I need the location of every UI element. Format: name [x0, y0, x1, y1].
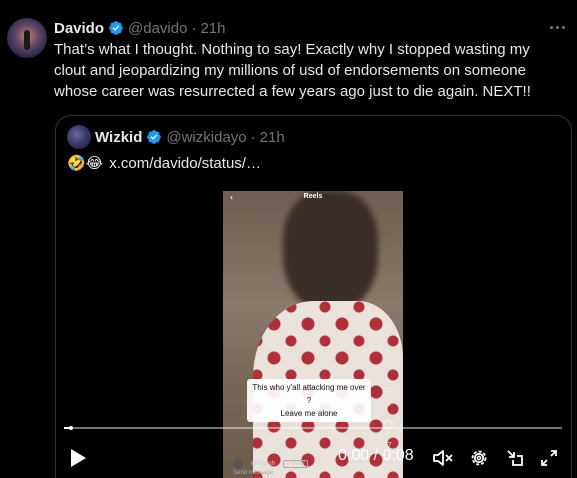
play-button[interactable]	[66, 446, 90, 470]
author-name[interactable]: Davido	[54, 20, 104, 37]
picture-in-picture-icon	[507, 450, 523, 466]
verified-badge-icon	[109, 21, 123, 35]
quoted-author-name: Wizkid	[95, 128, 143, 146]
separator-dot: ·	[191, 19, 197, 37]
pip-button[interactable]	[503, 446, 527, 470]
reel-user-avatar	[233, 459, 243, 469]
quoted-author-avatar	[67, 125, 91, 149]
quoted-author-handle: @wizkidayo	[166, 128, 247, 146]
settings-button[interactable]	[467, 446, 491, 470]
fullscreen-button[interactable]	[537, 446, 561, 470]
reel-username: @fabsgh	[251, 461, 276, 467]
reel-send-message: Send message	[233, 470, 274, 476]
quoted-tweet-time: 21h	[259, 128, 285, 146]
quoted-tweet-link[interactable]: x.com/davido/status/…	[109, 153, 261, 174]
quoted-tweet[interactable]: Wizkid @wizkidayo · 21h 🤣😂 x.com/davido/…	[55, 115, 572, 478]
fullscreen-icon	[541, 450, 557, 466]
author-avatar[interactable]	[7, 18, 47, 58]
gear-icon	[471, 450, 487, 466]
video-progress-bar[interactable]	[64, 426, 562, 430]
reels-title: Reels	[303, 193, 323, 200]
caption-line-1: This who y'all attacking me over ?	[252, 383, 366, 405]
tweet-time[interactable]: 21h	[200, 20, 225, 37]
volume-muted-icon	[433, 450, 453, 466]
reel-footer: @fabsgh Follow	[233, 459, 309, 469]
tweet-header: Davido @davido · 21h	[54, 17, 225, 39]
more-options-icon[interactable]	[548, 20, 566, 34]
play-icon	[71, 449, 86, 467]
caption-line-2: Leave me alone	[280, 409, 338, 418]
video-progress-knob[interactable]	[69, 426, 73, 430]
heart-icon: ♡	[383, 386, 393, 396]
verified-badge-icon	[147, 130, 162, 144]
author-handle[interactable]: @davido	[128, 20, 187, 37]
tweet-text: That’s what I thought. Nothing to say! E…	[54, 41, 531, 100]
video-player[interactable]: ‹ Reels This who y'all attacking me over…	[56, 189, 571, 478]
video-frame: ‹ Reels This who y'all attacking me over…	[223, 191, 403, 478]
likes-label: Likes	[379, 402, 391, 408]
video-time-readout: 0:00 / 0:08	[338, 447, 414, 464]
reel-follow-label: Follow	[283, 460, 309, 468]
quoted-tweet-text: 🤣😂 x.com/davido/status/…	[67, 153, 261, 174]
video-caption: This who y'all attacking me over ? Leave…	[247, 379, 371, 422]
separator-dot: ·	[250, 128, 256, 146]
emoji-laughing: 🤣😂	[67, 154, 104, 172]
quoted-tweet-header: Wizkid @wizkidayo · 21h	[67, 125, 285, 149]
mute-button[interactable]	[431, 446, 455, 470]
blurred-face	[283, 191, 378, 311]
